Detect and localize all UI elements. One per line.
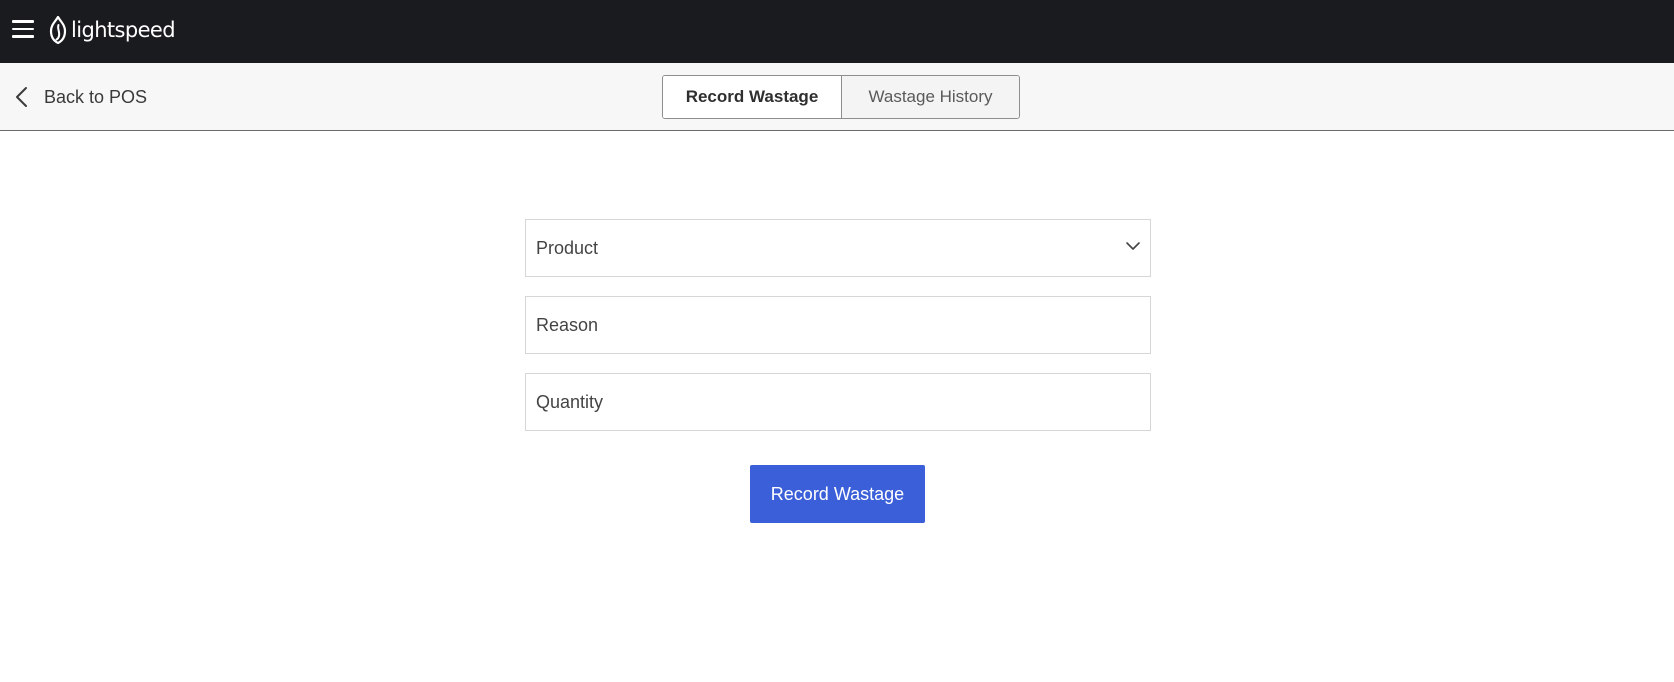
tab-wastage-history[interactable]: Wastage History xyxy=(841,76,1019,118)
reason-field-container xyxy=(525,296,1151,354)
quantity-field-container xyxy=(525,373,1151,431)
product-select[interactable]: Product xyxy=(525,219,1151,277)
product-select-label: Product xyxy=(536,237,599,258)
reason-input[interactable] xyxy=(526,297,1150,353)
chevron-left-icon xyxy=(16,87,27,107)
chevron-down-icon xyxy=(1126,242,1140,250)
quantity-input[interactable] xyxy=(526,374,1150,430)
record-wastage-form: Product xyxy=(525,219,1151,450)
lightspeed-flame-icon xyxy=(49,16,67,44)
back-to-pos-link[interactable]: Back to POS xyxy=(14,85,147,109)
tab-record-wastage[interactable]: Record Wastage xyxy=(663,76,841,118)
logo[interactable]: lightspeed xyxy=(48,14,176,46)
record-wastage-button[interactable]: Record Wastage xyxy=(750,465,925,523)
wastage-tabs: Record Wastage Wastage History xyxy=(662,75,1020,119)
hamburger-menu-icon[interactable] xyxy=(12,20,34,38)
sub-navigation: Back to POS Record Wastage Wastage Histo… xyxy=(0,63,1674,131)
back-to-pos-label: Back to POS xyxy=(44,86,148,107)
top-bar: lightspeed xyxy=(0,0,1674,63)
logo-text: lightspeed xyxy=(71,18,176,42)
